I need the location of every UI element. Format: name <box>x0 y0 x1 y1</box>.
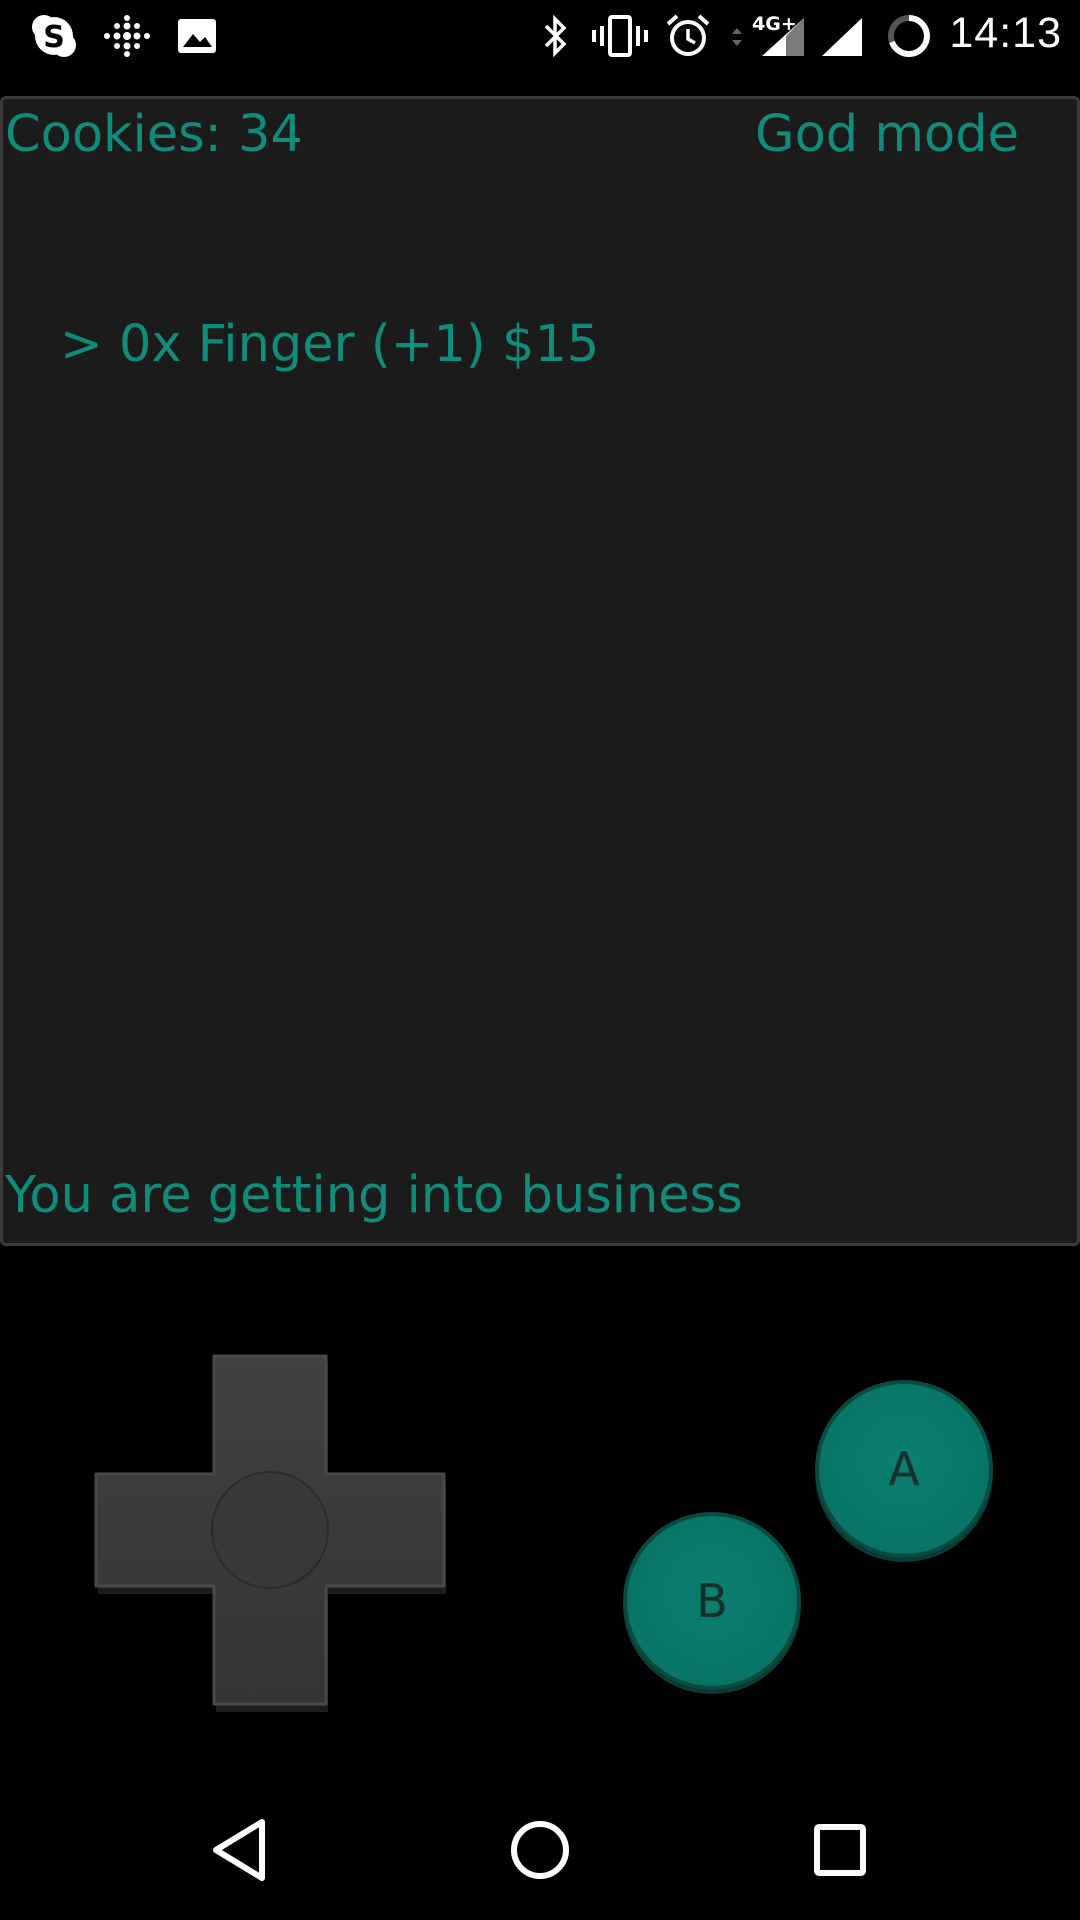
app-root: S 4G+ 14:13 Cookies: 34 God mode > 0x Fi… <box>0 0 1080 1920</box>
clock-time: 14:13 <box>949 9 1062 57</box>
skype-icon: S <box>32 15 76 57</box>
vibrate-icon <box>592 15 648 57</box>
cookies-counter: Cookies: 34 <box>5 105 303 164</box>
home-icon[interactable] <box>490 1800 590 1900</box>
status-message: You are getting into business <box>5 1166 743 1225</box>
a-button[interactable]: A <box>815 1380 993 1558</box>
status-bar: S 4G+ 14:13 <box>0 0 1080 72</box>
shop-item[interactable]: > 0x Finger (+1) $15 <box>60 315 599 374</box>
gallery-icon <box>178 19 216 53</box>
signal-secondary-icon <box>822 18 862 56</box>
b-button[interactable]: B <box>623 1512 801 1690</box>
mobile-data-icon <box>732 28 742 46</box>
signal-icon: 4G+ <box>752 13 804 56</box>
dpad-down[interactable] <box>216 1586 324 1702</box>
a-button-label: A <box>888 1442 920 1496</box>
dpad-left[interactable] <box>96 1476 214 1584</box>
svg-text:S: S <box>43 20 65 55</box>
dpad-right[interactable] <box>326 1476 444 1584</box>
b-button-label: B <box>696 1574 728 1628</box>
game-screen[interactable]: Cookies: 34 God mode > 0x Finger (+1) $1… <box>0 96 1080 1246</box>
dpad-center <box>211 1471 329 1589</box>
fitbit-icon <box>104 15 150 57</box>
dpad-up[interactable] <box>216 1358 324 1474</box>
alarm-icon <box>666 14 710 56</box>
recents-icon[interactable] <box>790 1800 890 1900</box>
battery-loading-icon <box>888 15 930 57</box>
navigation-bar <box>0 1776 1080 1920</box>
mode-label: God mode <box>755 105 1019 164</box>
bluetooth-icon <box>544 14 567 58</box>
dpad[interactable] <box>88 1354 452 1718</box>
network-type-label: 4G+ <box>752 13 797 35</box>
back-icon[interactable] <box>190 1800 290 1900</box>
